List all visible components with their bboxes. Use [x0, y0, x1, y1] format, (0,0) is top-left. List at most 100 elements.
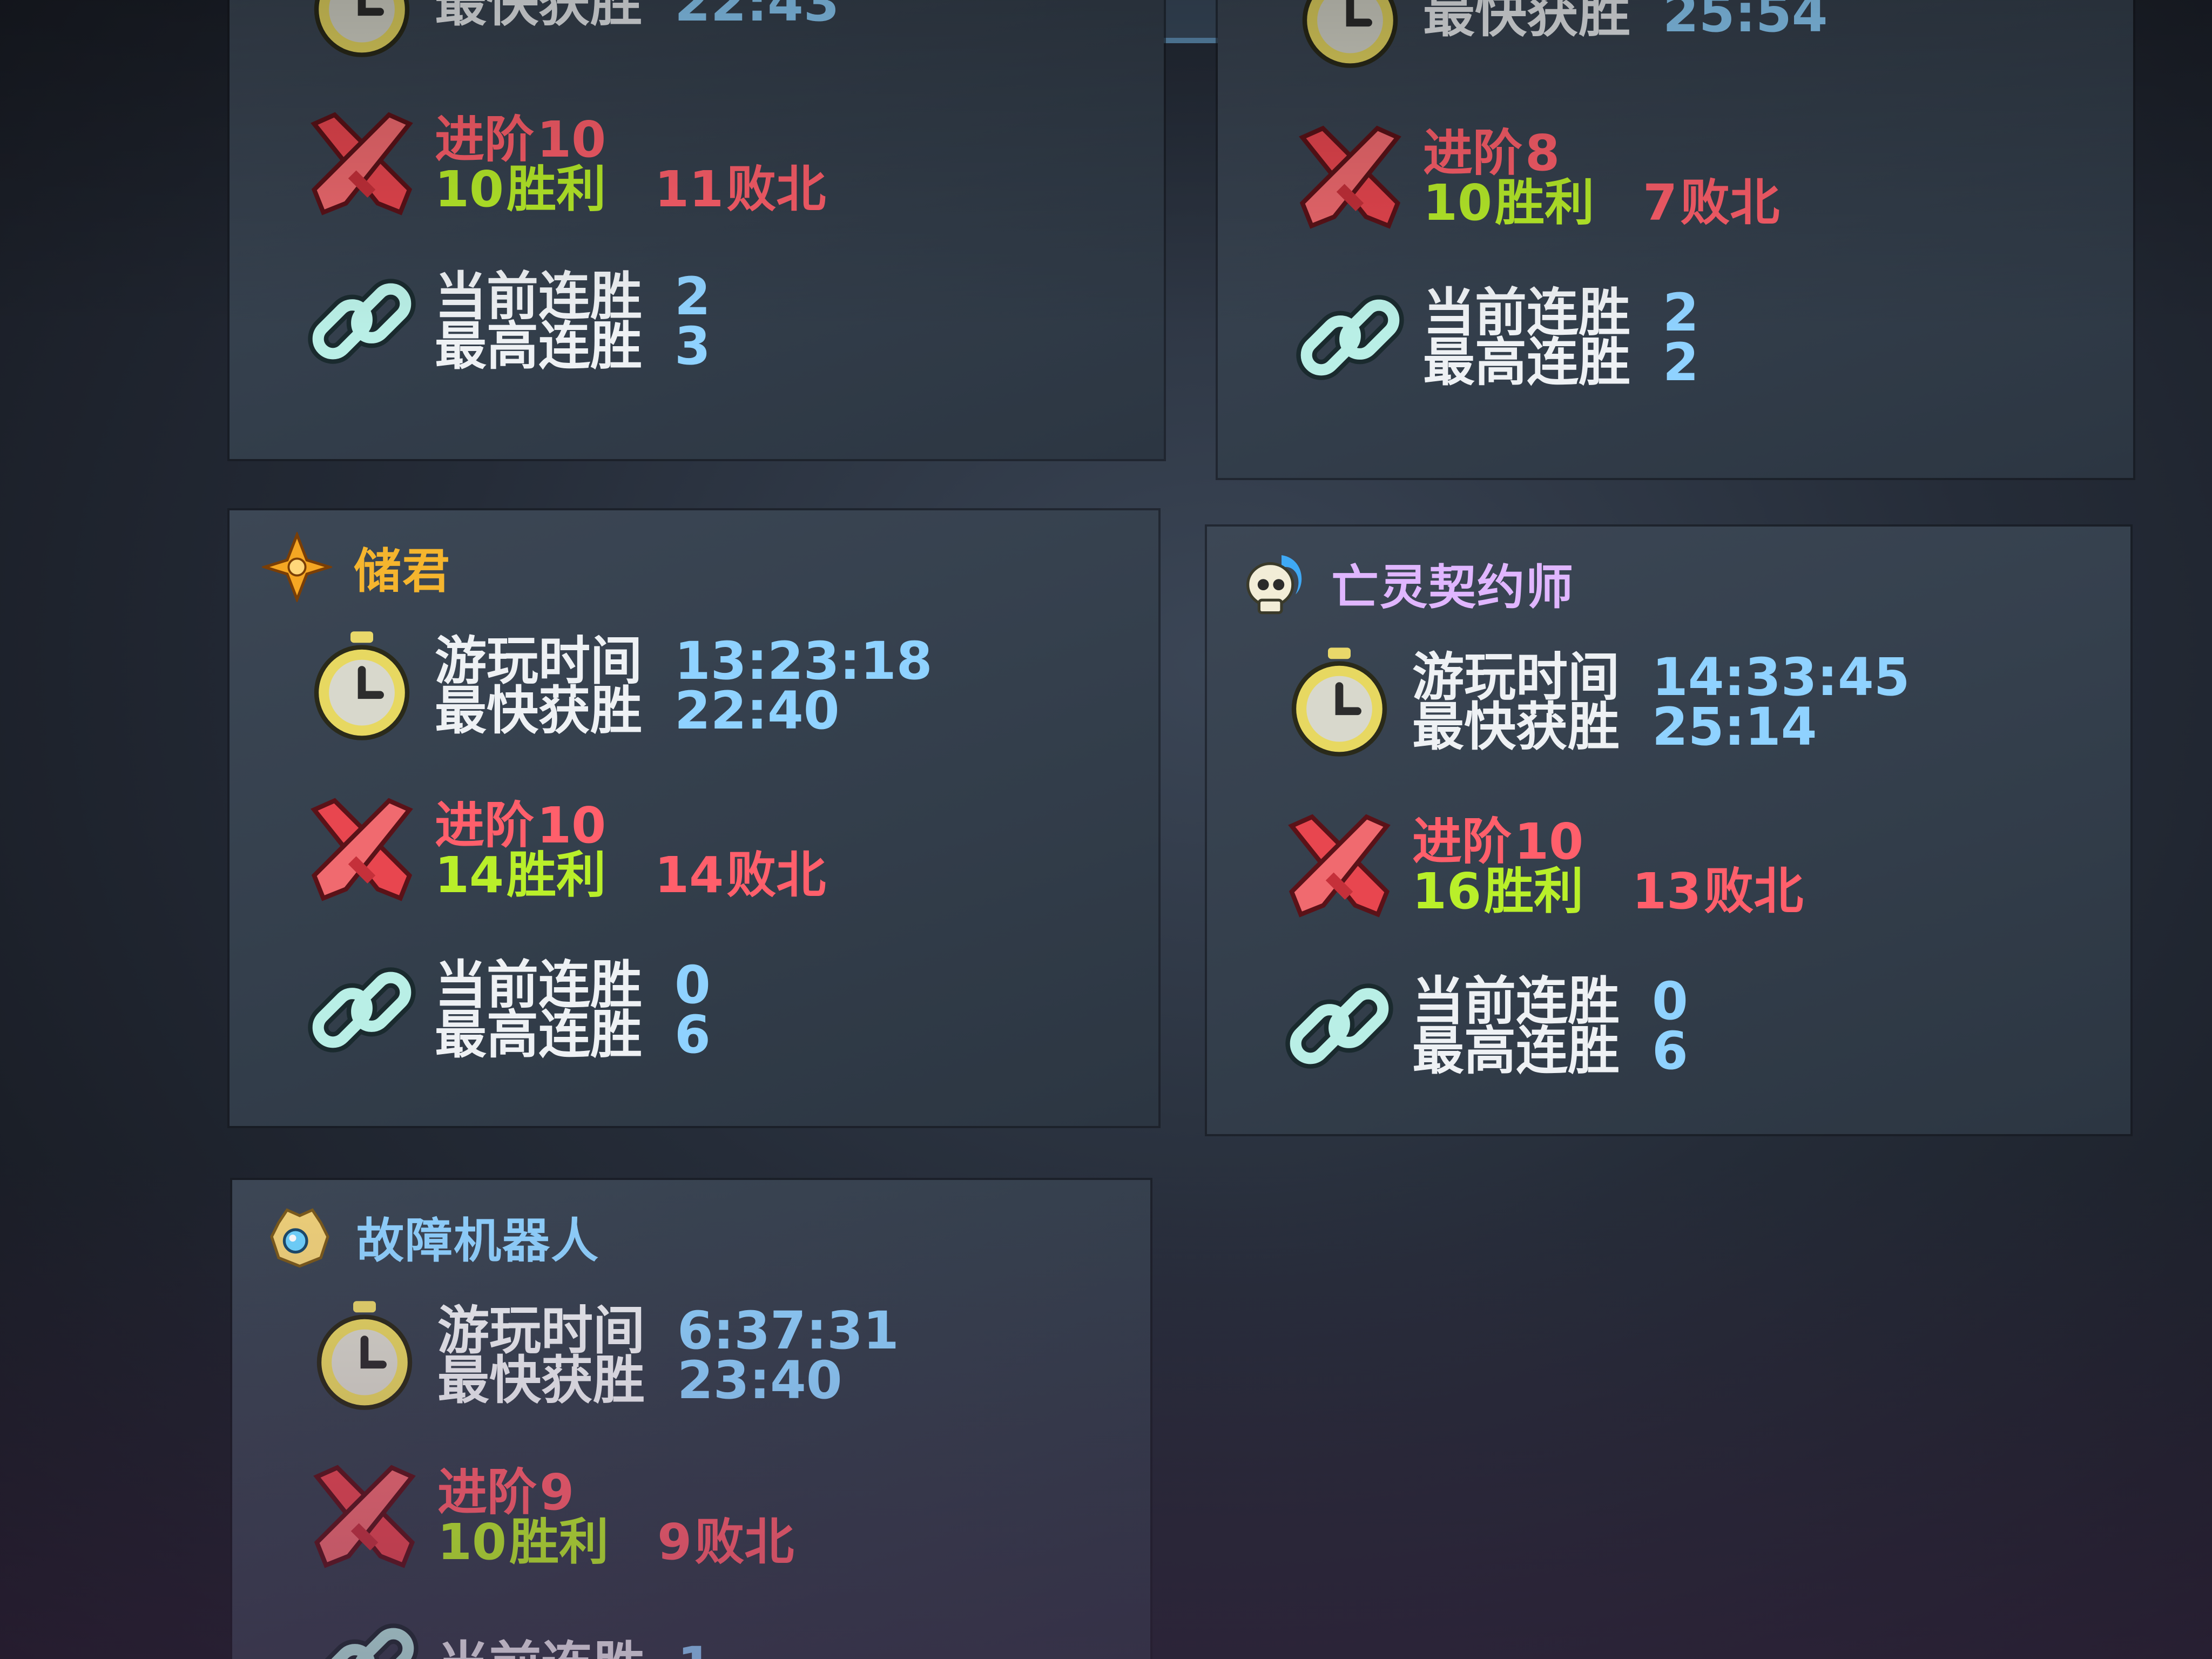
- stopwatch-icon: [305, 629, 419, 743]
- hero-name: 亡灵契约师: [1331, 559, 1575, 615]
- streak-stats: 当前连胜 0 最高连胜 6: [1283, 969, 1688, 1083]
- current-streak-label: 当前连胜: [437, 1640, 645, 1659]
- best-streak-value: 6: [675, 1004, 711, 1065]
- best-streak-label: 最高连胜: [1423, 332, 1630, 393]
- advance-value: 9: [539, 1464, 575, 1521]
- current-streak-value: 1: [677, 1640, 713, 1659]
- fastest-win-value: 22:43: [675, 0, 840, 33]
- advance-label: 进阶: [1412, 813, 1512, 871]
- wins-value: 16: [1412, 862, 1482, 920]
- time-stats: 游玩时间 6:37:31 最快获胜 23:40: [308, 1299, 899, 1412]
- fastest-win-value: 22:40: [675, 680, 840, 741]
- play-time-value: 6:37:31: [677, 1300, 899, 1361]
- fastest-win-label: 最快获胜: [435, 680, 642, 741]
- current-streak-label: 当前连胜: [1423, 282, 1630, 343]
- prince-crest-icon: [262, 532, 332, 602]
- play-time-value: 13:23:18: [675, 631, 933, 691]
- current-streak-label: 当前连胜: [1412, 971, 1620, 1031]
- current-streak-value: 0: [675, 955, 711, 1015]
- current-streak-value: 2: [1663, 282, 1699, 343]
- stopwatch-icon: [1283, 645, 1396, 759]
- hero-stats-card: 储君 游玩时间 13:23:18 最快获胜 22:40 进阶 10 14 胜利 …: [230, 510, 1158, 1126]
- advance-label: 进阶: [435, 111, 535, 168]
- fastest-win-label: 最快获胜: [437, 1350, 645, 1411]
- fastest-win-label: 最快获胜: [1412, 697, 1620, 757]
- advance-label: 进阶: [437, 1464, 537, 1521]
- losses-label: 败北: [726, 160, 826, 218]
- wins-label: 胜利: [1484, 862, 1584, 920]
- hero-stats-card: 最快获胜 25:54 进阶 8 10 胜利 7 败北 当前连胜 2 最高连胜 2: [1218, 0, 2133, 478]
- streak-stats: 当前连胜 2 最高连胜 2: [1293, 281, 1699, 394]
- chain-link-icon: [305, 265, 419, 378]
- advance-value: 10: [537, 111, 606, 168]
- fastest-win-label: 最快获胜: [1423, 0, 1630, 44]
- losses-value: 14: [655, 846, 724, 904]
- fastest-win-value: 23:40: [677, 1350, 842, 1411]
- crossed-swords-icon: [1283, 810, 1396, 923]
- best-streak-label: 最高连胜: [435, 316, 642, 376]
- wins-value: 10: [435, 160, 504, 218]
- advance-value: 10: [1514, 813, 1584, 871]
- battle-stats: 进阶 8 10 胜利 7 败北: [1293, 122, 1779, 235]
- stopwatch-icon: [308, 1299, 421, 1412]
- crossed-swords-icon: [305, 108, 419, 221]
- wins-label: 胜利: [509, 1513, 609, 1571]
- best-streak-value: 6: [1652, 1021, 1688, 1081]
- battle-stats: 进阶 10 16 胜利 13 败北: [1283, 810, 1803, 923]
- battle-stats: 进阶 9 10 胜利 9 败北: [308, 1461, 794, 1574]
- play-time-label: 游玩时间: [435, 631, 642, 691]
- wins-label: 胜利: [1495, 174, 1595, 232]
- hero-header: 储君: [262, 532, 451, 602]
- stopwatch-icon: [1293, 0, 1407, 70]
- time-stats: 最快获胜 22:43: [305, 0, 840, 59]
- hero-stats-card: 最快获胜 22:43 进阶 10 10 胜利 11 败北 当前连胜 2 最高连胜…: [230, 0, 1164, 459]
- losses-label: 败北: [694, 1513, 794, 1571]
- play-time-label: 游玩时间: [437, 1300, 645, 1361]
- losses-value: 13: [1632, 862, 1702, 920]
- chain-link-icon: [308, 1609, 421, 1659]
- best-streak-value: 2: [1663, 332, 1699, 393]
- streak-stats: 当前连胜 2 最高连胜 3: [305, 265, 711, 378]
- best-streak-label: 最高连胜: [1412, 1021, 1620, 1081]
- battle-stats: 进阶 10 14 胜利 14 败北: [305, 794, 826, 907]
- time-stats: 游玩时间 13:23:18 最快获胜 22:40: [305, 629, 933, 743]
- losses-value: 11: [655, 160, 724, 218]
- skull-icon: [1246, 555, 1302, 615]
- streak-stats: 当前连胜 1: [308, 1609, 713, 1659]
- wins-value: 14: [435, 846, 504, 904]
- current-streak-value: 0: [1652, 971, 1688, 1031]
- chain-link-icon: [1283, 969, 1396, 1083]
- advance-value: 10: [537, 797, 606, 854]
- chain-link-icon: [305, 953, 419, 1067]
- chain-link-icon: [1293, 281, 1407, 394]
- time-stats: 最快获胜 25:54: [1293, 0, 1828, 70]
- wins-value: 10: [437, 1513, 507, 1571]
- hero-name: 故障机器人: [356, 1212, 600, 1269]
- time-stats: 游玩时间 14:33:45 最快获胜 25:14: [1283, 645, 1910, 759]
- play-time-value: 14:33:45: [1652, 647, 1910, 707]
- hero-name: 储君: [354, 543, 451, 599]
- fastest-win-label: 最快获胜: [435, 0, 642, 33]
- crossed-swords-icon: [1293, 122, 1407, 235]
- play-time-label: 游玩时间: [1412, 647, 1620, 707]
- current-streak-label: 当前连胜: [435, 266, 642, 327]
- advance-label: 进阶: [1423, 124, 1523, 182]
- stopwatch-icon: [305, 0, 419, 59]
- hero-stats-card: 故障机器人 游玩时间 6:37:31 最快获胜 23:40 进阶 9 10 胜利…: [232, 1180, 1150, 1659]
- losses-label: 败北: [1680, 174, 1780, 232]
- advance-label: 进阶: [435, 797, 535, 854]
- streak-stats: 当前连胜 0 最高连胜 6: [305, 953, 711, 1067]
- hero-header: 故障机器人: [265, 1202, 599, 1272]
- current-streak-label: 当前连胜: [435, 955, 642, 1015]
- crossed-swords-icon: [305, 794, 419, 907]
- losses-value: 9: [657, 1513, 692, 1571]
- hero-stats-card: 亡灵契约师 游玩时间 14:33:45 最快获胜 25:14 进阶 10 16 …: [1207, 527, 2130, 1134]
- wins-label: 胜利: [507, 846, 606, 904]
- losses-value: 7: [1643, 174, 1678, 232]
- current-streak-value: 2: [675, 266, 711, 327]
- battle-stats: 进阶 10 10 胜利 11 败北: [305, 108, 826, 221]
- crossed-swords-icon: [308, 1461, 421, 1574]
- wins-label: 胜利: [507, 160, 606, 218]
- robot-icon: [270, 1208, 329, 1268]
- fastest-win-value: 25:14: [1652, 697, 1817, 757]
